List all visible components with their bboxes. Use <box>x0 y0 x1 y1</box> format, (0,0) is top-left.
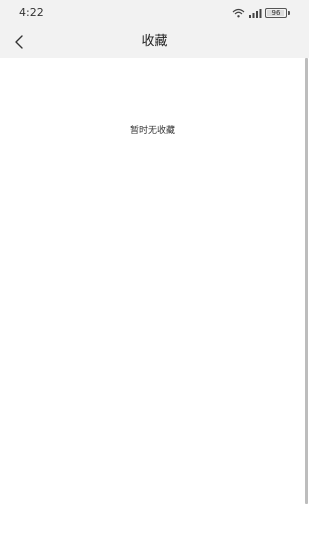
battery-tip <box>288 11 290 15</box>
signal-icon <box>248 8 262 18</box>
battery-icon: 96 <box>265 8 287 18</box>
wifi-icon <box>232 8 245 18</box>
favorites-screen: 4:22 96 收藏 暂时无收藏 <box>0 0 309 550</box>
battery-level-text: 96 <box>271 9 281 17</box>
page-title: 收藏 <box>141 34 168 49</box>
scrollbar[interactable] <box>305 58 308 504</box>
favorites-content: 暂时无收藏 <box>0 58 309 550</box>
status-icons: 96 <box>232 6 290 20</box>
status-time: 4:22 <box>19 6 44 19</box>
status-bar: 4:22 96 <box>0 0 309 26</box>
nav-bar: 收藏 <box>0 28 309 56</box>
empty-state-message: 暂时无收藏 <box>129 126 175 136</box>
header-area: 4:22 96 收藏 <box>0 0 309 58</box>
